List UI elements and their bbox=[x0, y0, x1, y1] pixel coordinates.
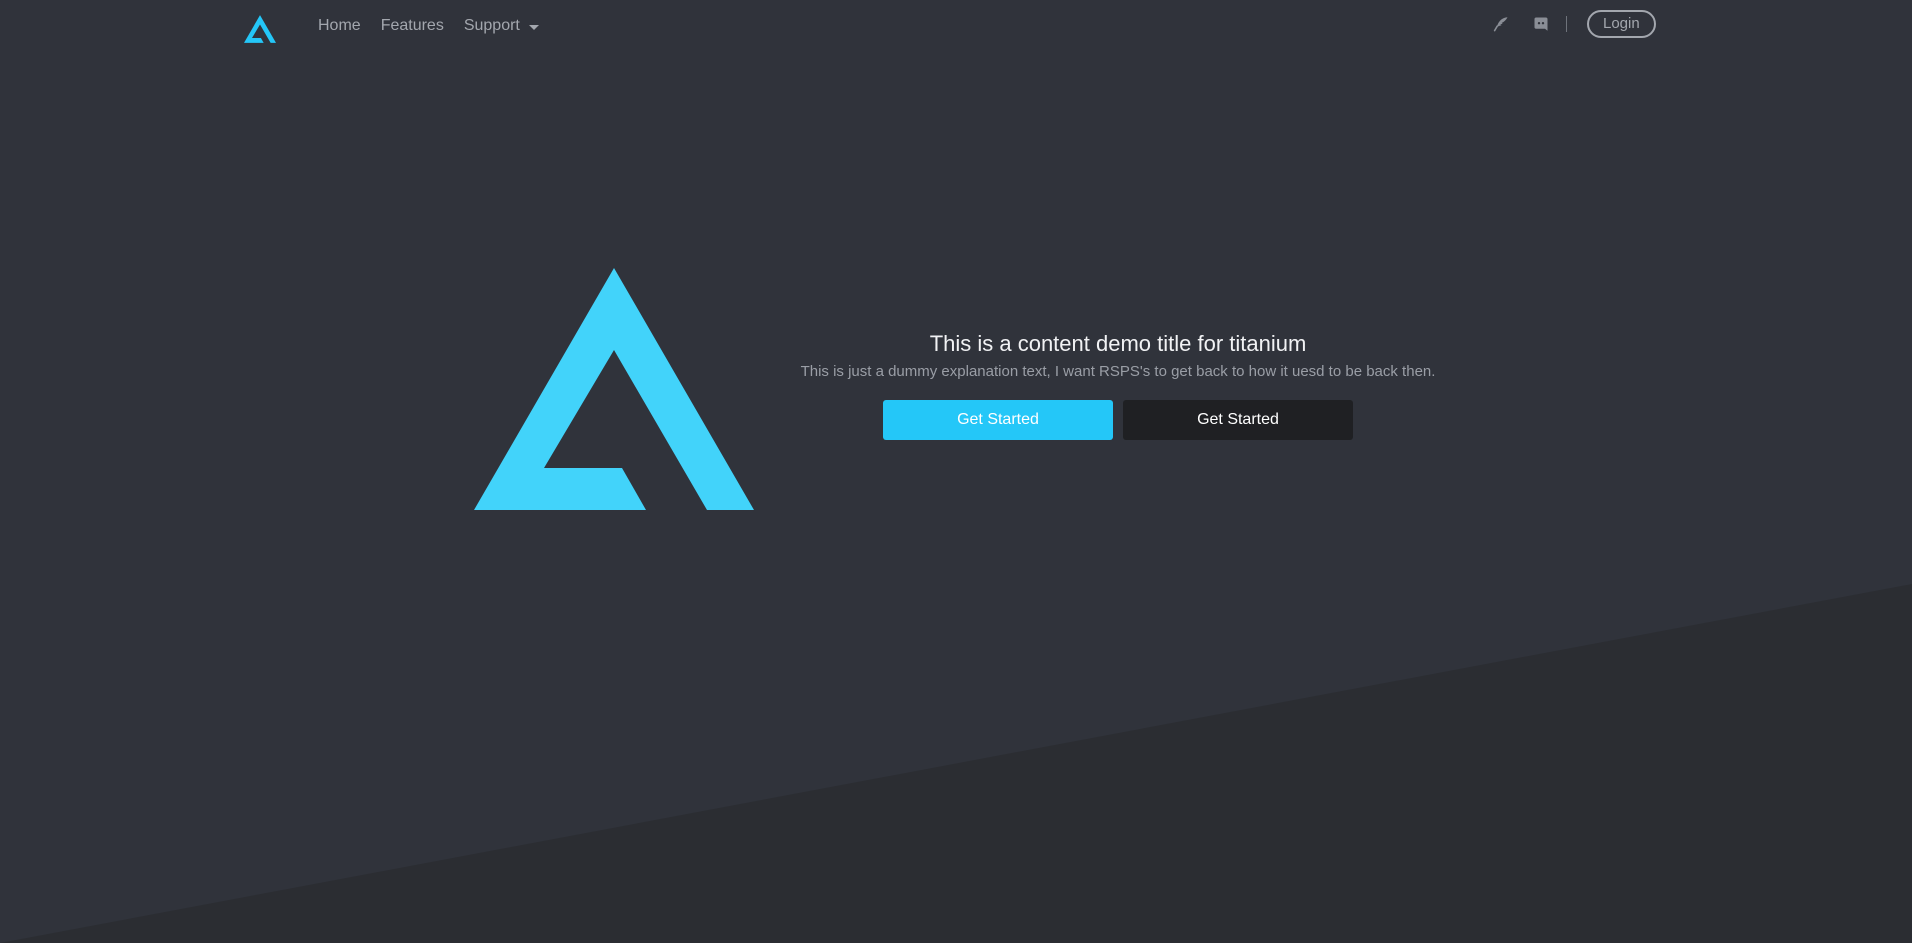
page: Home Features Support Login This is a co… bbox=[0, 0, 1912, 943]
nav-logo-icon[interactable] bbox=[244, 15, 276, 43]
hero-content: This is a content demo title for titaniu… bbox=[740, 330, 1496, 440]
discord-icon[interactable] bbox=[1530, 13, 1552, 35]
caret-down-icon bbox=[528, 24, 539, 30]
nav-link-features[interactable]: Features bbox=[381, 17, 444, 35]
feather-icon[interactable] bbox=[1490, 13, 1512, 35]
nav-divider bbox=[1566, 16, 1567, 32]
nav-right: Login bbox=[1490, 10, 1656, 38]
hero-subtitle: This is just a dummy explanation text, I… bbox=[800, 363, 1436, 380]
hero-buttons: Get Started Get Started bbox=[740, 400, 1496, 440]
nav-link-support-label: Support bbox=[463, 17, 520, 34]
background-wedge bbox=[0, 584, 1912, 943]
hero-title: This is a content demo title for titaniu… bbox=[929, 331, 1307, 356]
nav-links: Home Features Support bbox=[318, 17, 559, 35]
navbar: Home Features Support Login bbox=[0, 0, 1912, 52]
hero-logo-icon bbox=[474, 268, 754, 510]
nav-link-support[interactable]: Support bbox=[464, 17, 539, 35]
get-started-secondary-button[interactable]: Get Started bbox=[1123, 400, 1353, 440]
login-button[interactable]: Login bbox=[1587, 10, 1656, 38]
nav-link-home[interactable]: Home bbox=[318, 17, 361, 35]
get-started-primary-button[interactable]: Get Started bbox=[883, 400, 1113, 440]
